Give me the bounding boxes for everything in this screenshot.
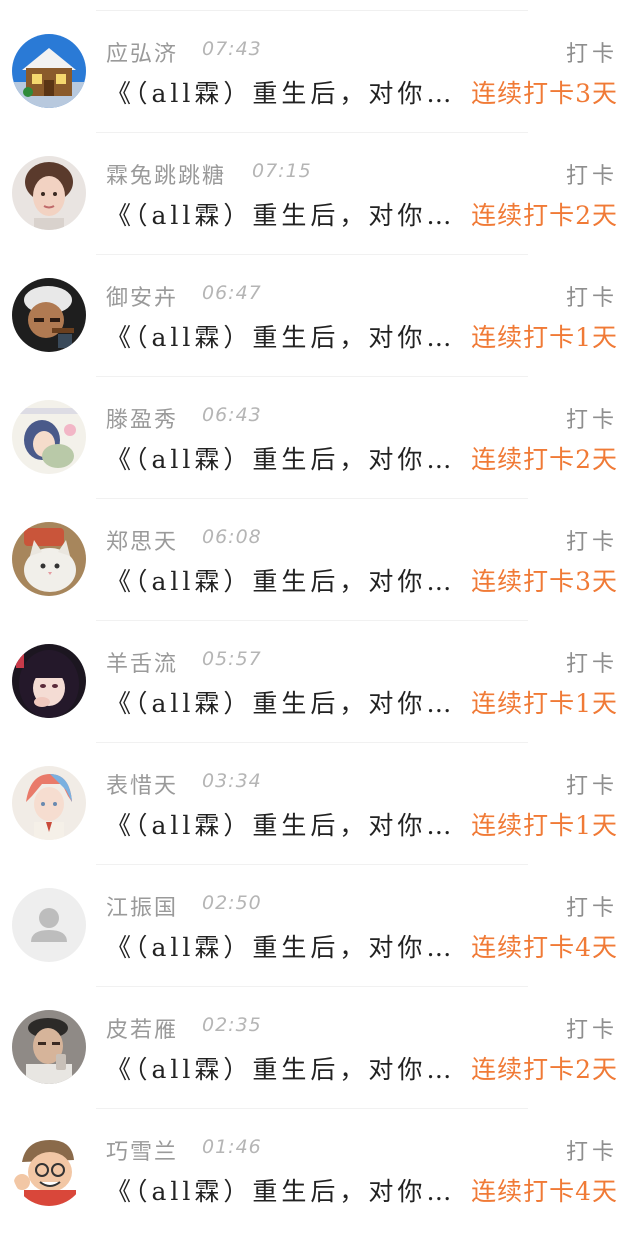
checkin-label: 打卡 (565, 652, 618, 677)
colorful-hair-avatar[interactable] (12, 766, 86, 840)
anime-girl-avatar[interactable] (12, 400, 86, 474)
checkin-label: 打卡 (565, 530, 618, 555)
streak-count: 连续打卡1天 (471, 811, 618, 840)
user-name[interactable]: 滕盈秀 (106, 402, 178, 434)
dark-hair-girl-avatar[interactable] (12, 644, 86, 718)
streak-count: 连续打卡4天 (471, 1177, 618, 1206)
checkin-label: 打卡 (565, 1140, 618, 1165)
checkin-label: 打卡 (565, 42, 618, 67)
checkin-time: 03:34 (202, 770, 262, 792)
checkin-label: 打卡 (565, 1018, 618, 1043)
streak-count: 连续打卡4天 (471, 933, 618, 962)
streak-count: 连续打卡1天 (471, 323, 618, 352)
user-name[interactable]: 郑思天 (106, 524, 178, 556)
cat-avatar[interactable] (12, 522, 86, 596)
list-item[interactable]: 巧雪兰 01:46 打卡 《（all霖）重生后，对你… 连续打卡4天 (0, 1098, 640, 1220)
book-title[interactable]: 《（all霖）重生后，对你… (106, 806, 470, 842)
checkin-label: 打卡 (565, 286, 618, 311)
house-avatar[interactable] (12, 34, 86, 108)
list-item[interactable]: 表惜天 03:34 打卡 《（all霖）重生后，对你… 连续打卡1天 (0, 732, 640, 865)
checkin-time: 07:43 (202, 38, 262, 60)
checkin-label: 打卡 (565, 774, 618, 799)
boy-portrait-avatar[interactable] (12, 156, 86, 230)
cigar-man-avatar[interactable] (12, 278, 86, 352)
checkin-time: 02:35 (202, 1014, 262, 1036)
user-name[interactable]: 皮若雁 (106, 1012, 178, 1044)
list-item[interactable]: 羊舌流 05:57 打卡 《（all霖）重生后，对你… 连续打卡1天 (0, 610, 640, 743)
checkin-time: 06:43 (202, 404, 262, 426)
streak-count: 连续打卡2天 (471, 201, 618, 230)
list-item[interactable]: 御安卉 06:47 打卡 《（all霖）重生后，对你… 连续打卡1天 (0, 244, 640, 377)
streak-count: 连续打卡2天 (471, 1055, 618, 1084)
book-title[interactable]: 《（all霖）重生后，对你… (106, 196, 470, 232)
list-item[interactable]: 应弘济 07:43 打卡 《（all霖）重生后，对你… 连续打卡3天 (0, 0, 640, 133)
checkin-time: 02:50 (202, 892, 262, 914)
list-item[interactable]: 皮若雁 02:35 打卡 《（all霖）重生后，对你… 连续打卡2天 (0, 976, 640, 1109)
checkin-label: 打卡 (565, 164, 618, 189)
list-item[interactable]: 郑思天 06:08 打卡 《（all霖）重生后，对你… 连续打卡3天 (0, 488, 640, 621)
checkin-time: 07:15 (252, 160, 312, 182)
streak-count: 连续打卡3天 (471, 79, 618, 108)
book-title[interactable]: 《（all霖）重生后，对你… (106, 684, 470, 720)
checkin-label: 打卡 (565, 896, 618, 921)
checkin-time: 06:47 (202, 282, 262, 304)
streak-count: 连续打卡1天 (471, 689, 618, 718)
user-name[interactable]: 应弘济 (106, 36, 178, 68)
list-item[interactable]: 滕盈秀 06:43 打卡 《（all霖）重生后，对你… 连续打卡2天 (0, 366, 640, 499)
cartoon-grandpa-avatar[interactable] (12, 1132, 86, 1206)
user-name[interactable]: 霖兔跳跳糖 (106, 158, 226, 190)
user-name[interactable]: 表惜天 (106, 768, 178, 800)
book-title[interactable]: 《（all霖）重生后，对你… (106, 318, 470, 354)
checkin-time: 06:08 (202, 526, 262, 548)
checkin-time: 05:57 (202, 648, 262, 670)
checkin-time: 01:46 (202, 1136, 262, 1158)
user-name[interactable]: 御安卉 (106, 280, 178, 312)
book-title[interactable]: 《（all霖）重生后，对你… (106, 1050, 470, 1086)
list-item[interactable]: 霖兔跳跳糖 07:15 打卡 《（all霖）重生后，对你… 连续打卡2天 (0, 122, 640, 255)
book-title[interactable]: 《（all霖）重生后，对你… (106, 562, 470, 598)
book-title[interactable]: 《（all霖）重生后，对你… (106, 1172, 470, 1208)
streak-count: 连续打卡3天 (471, 567, 618, 596)
checkin-label: 打卡 (565, 408, 618, 433)
book-title[interactable]: 《（all霖）重生后，对你… (106, 74, 470, 110)
streak-count: 连续打卡2天 (471, 445, 618, 474)
user-name[interactable]: 巧雪兰 (106, 1134, 178, 1166)
book-title[interactable]: 《（all霖）重生后，对你… (106, 928, 470, 964)
default-user-avatar[interactable] (12, 888, 86, 962)
book-title[interactable]: 《（all霖）重生后，对你… (106, 440, 470, 476)
man-photo-avatar[interactable] (12, 1010, 86, 1084)
user-name[interactable]: 羊舌流 (106, 646, 178, 678)
list-item[interactable]: 江振国 02:50 打卡 《（all霖）重生后，对你… 连续打卡4天 (0, 854, 640, 987)
user-name[interactable]: 江振国 (106, 890, 178, 922)
